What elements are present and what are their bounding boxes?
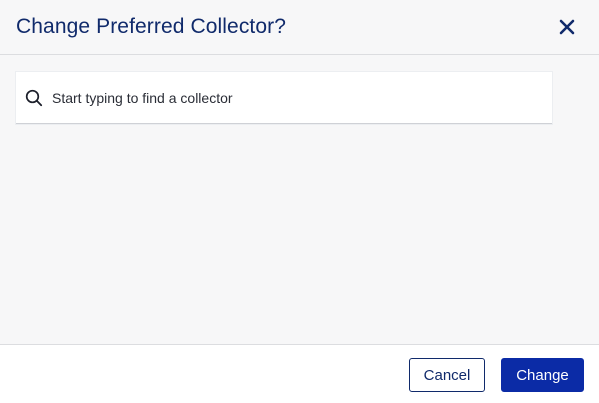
dialog-footer: Cancel Change — [0, 344, 599, 403]
dialog-title: Change Preferred Collector? — [16, 15, 287, 38]
close-icon — [559, 19, 575, 35]
change-preferred-collector-dialog: Change Preferred Collector? Cancel Chang… — [0, 0, 599, 403]
dialog-header: Change Preferred Collector? — [0, 0, 599, 55]
dialog-body — [0, 55, 599, 344]
change-button[interactable]: Change — [501, 358, 584, 392]
collector-search-box — [16, 72, 552, 124]
search-icon — [25, 89, 43, 107]
close-button[interactable] — [555, 15, 579, 39]
cancel-button[interactable]: Cancel — [409, 358, 485, 392]
collector-search-input[interactable] — [52, 72, 542, 123]
